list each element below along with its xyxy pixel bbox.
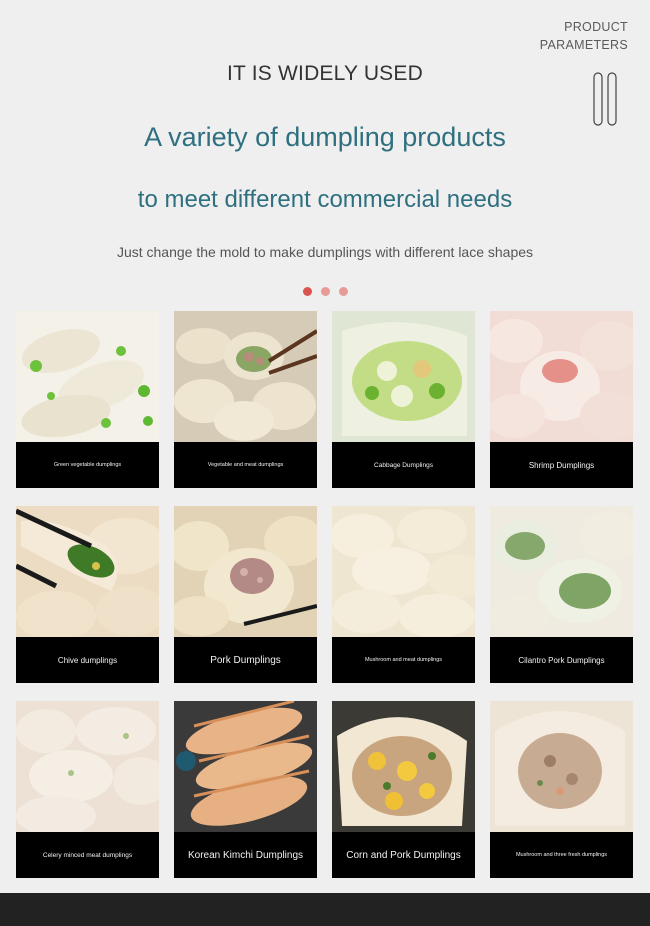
subtitle: Just change the mold to make dumplings w… <box>116 244 534 260</box>
chive-dumplings-photo <box>16 506 159 637</box>
mushroom-meat-dumplings-photo <box>332 506 475 637</box>
shrimp-dumplings-photo <box>490 311 633 442</box>
product-card[interactable]: Korean Kimchi Dumplings <box>174 701 317 878</box>
section-heading: IT IS WIDELY USED <box>227 62 423 85</box>
cilantro-pork-dumplings-photo <box>490 506 633 637</box>
green-vegetable-dumplings-photo <box>16 311 159 442</box>
carousel-dot-1[interactable] <box>302 287 312 296</box>
carousel-dot-2[interactable] <box>320 287 330 296</box>
product-caption: Chive dumplings <box>57 655 118 665</box>
product-parameters-label: PRODUCT PARAMETERS <box>540 18 628 54</box>
product-caption: Mushroom and meat dumplings <box>364 657 443 663</box>
headline-secondary: to meet different commercial needs <box>137 186 513 213</box>
product-caption: Mushroom and three fresh dumplings <box>515 852 608 858</box>
headline-primary: A variety of dumpling products <box>144 122 506 152</box>
product-card[interactable]: Vegetable and meat dumplings <box>174 311 317 488</box>
product-card[interactable]: Green vegetable dumplings <box>16 311 159 488</box>
carousel-indicator <box>0 287 650 296</box>
carousel-dot-3[interactable] <box>338 287 348 296</box>
product-card[interactable]: Mushroom and meat dumplings <box>332 506 475 683</box>
product-card[interactable]: Cilantro Pork Dumplings <box>490 506 633 683</box>
product-card[interactable]: Shrimp Dumplings <box>490 311 633 488</box>
product-grid: Green vegetable dumplings Vegetable and … <box>16 311 634 878</box>
product-caption: Pork Dumplings <box>210 654 281 666</box>
corn-pork-dumplings-photo <box>332 701 475 832</box>
product-caption: Green vegetable dumplings <box>53 462 122 468</box>
kimchi-dumplings-photo <box>174 701 317 832</box>
bottom-bar <box>0 893 650 926</box>
product-caption: Vegetable and meat dumplings <box>207 462 284 468</box>
cabbage-dumplings-photo <box>332 311 475 442</box>
corner-label-line2: PARAMETERS <box>539 38 628 52</box>
product-card[interactable]: Corn and Pork Dumplings <box>332 701 475 878</box>
product-caption: Korean Kimchi Dumplings <box>187 849 304 861</box>
celery-meat-dumplings-photo <box>16 701 159 832</box>
product-card[interactable]: Pork Dumplings <box>174 506 317 683</box>
product-card[interactable]: Celery minced meat dumplings <box>16 701 159 878</box>
product-card[interactable]: Chive dumplings <box>16 506 159 683</box>
corner-label-line1: PRODUCT <box>564 20 628 34</box>
product-card[interactable]: Mushroom and three fresh dumplings <box>490 701 633 878</box>
product-card[interactable]: Cabbage Dumplings <box>332 311 475 488</box>
product-caption: Cilantro Pork Dumplings <box>518 655 605 665</box>
product-caption: Corn and Pork Dumplings <box>346 849 461 861</box>
pork-dumplings-photo <box>174 506 317 637</box>
product-caption: Cabbage Dumplings <box>374 461 433 469</box>
mushroom-three-fresh-dumplings-photo <box>490 701 633 832</box>
product-caption: Shrimp Dumplings <box>528 460 595 470</box>
vegetable-meat-dumplings-photo <box>174 311 317 442</box>
product-caption: Celery minced meat dumplings <box>42 851 133 859</box>
